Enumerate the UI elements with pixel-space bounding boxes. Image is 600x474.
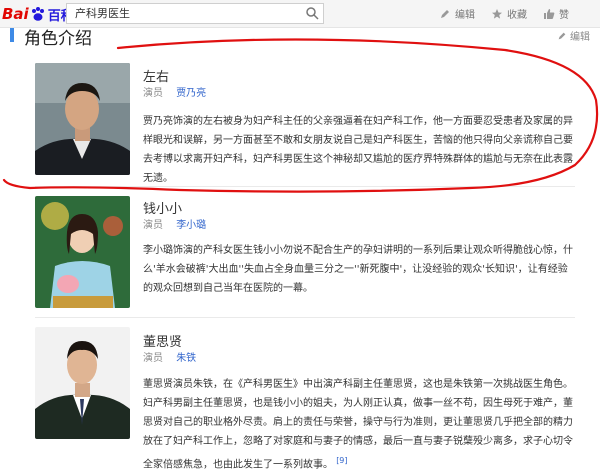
- edit-button[interactable]: 编辑: [439, 6, 475, 21]
- edit-label: 编辑: [455, 10, 475, 21]
- role-photo: [35, 327, 130, 439]
- baike-logo[interactable]: Bai 百科: [2, 3, 74, 25]
- actor-link[interactable]: 朱铁: [176, 353, 196, 364]
- logo-bai-text: Bai: [2, 5, 29, 23]
- role-actor-line: 演员 李小璐: [143, 216, 206, 231]
- section-header: 角色介绍 编辑: [0, 28, 600, 50]
- divider: [35, 317, 575, 318]
- role-name: 钱小小: [143, 202, 183, 217]
- role-description-text: 董思贤演员朱铁，在《产科男医生》中出演产科副主任董思贤，这也是朱铁第一次挑战医生…: [143, 379, 573, 471]
- actor-label: 演员: [143, 353, 163, 364]
- section-edit-label: 编辑: [570, 32, 590, 43]
- role-name: 左右: [143, 70, 170, 85]
- citation-link[interactable]: [9]: [336, 456, 347, 465]
- role-description: 董思贤演员朱铁，在《产科男医生》中出演产科副主任董思贤，这也是朱铁第一次挑战医生…: [143, 375, 575, 474]
- role-photo: [35, 196, 130, 308]
- search-input[interactable]: 产科男医生: [66, 3, 324, 24]
- favorite-label: 收藏: [507, 10, 527, 21]
- actor-label: 演员: [143, 220, 163, 231]
- role-description: 贾乃亮饰演的左右被身为妇产科主任的父亲强逼着在妇产科工作，他一方面要忍受患者及家…: [143, 116, 573, 184]
- role-description: 李小璐饰演的产科女医生钱小小勿说不配合生产的孕妇讲明的一系列后果让观众听得脆戗心…: [143, 245, 573, 294]
- pencil-icon: [558, 32, 566, 39]
- role-name: 董思贤: [143, 335, 183, 350]
- like-label: 赞: [559, 10, 569, 21]
- role-actor-line: 演员 贾乃亮: [143, 84, 206, 99]
- like-button[interactable]: 赞: [543, 6, 569, 21]
- divider: [35, 186, 575, 187]
- section-accent-bar: [10, 28, 14, 42]
- thumbs-up-icon: [544, 8, 555, 19]
- section-edit-button[interactable]: 编辑: [557, 28, 590, 43]
- section-title: 角色介绍: [24, 29, 92, 49]
- role-photo: [35, 63, 130, 175]
- favorite-button[interactable]: 收藏: [491, 6, 527, 21]
- search-icon[interactable]: [305, 6, 319, 20]
- actor-link[interactable]: 李小璐: [176, 220, 206, 231]
- paw-icon: [30, 6, 46, 22]
- pencil-icon: [441, 9, 449, 18]
- actor-link[interactable]: 贾乃亮: [176, 88, 206, 99]
- star-icon: [492, 8, 502, 19]
- role-actor-line: 演员 朱铁: [143, 349, 196, 364]
- actor-label: 演员: [143, 88, 163, 99]
- search-input-value: 产科男医生: [75, 7, 130, 20]
